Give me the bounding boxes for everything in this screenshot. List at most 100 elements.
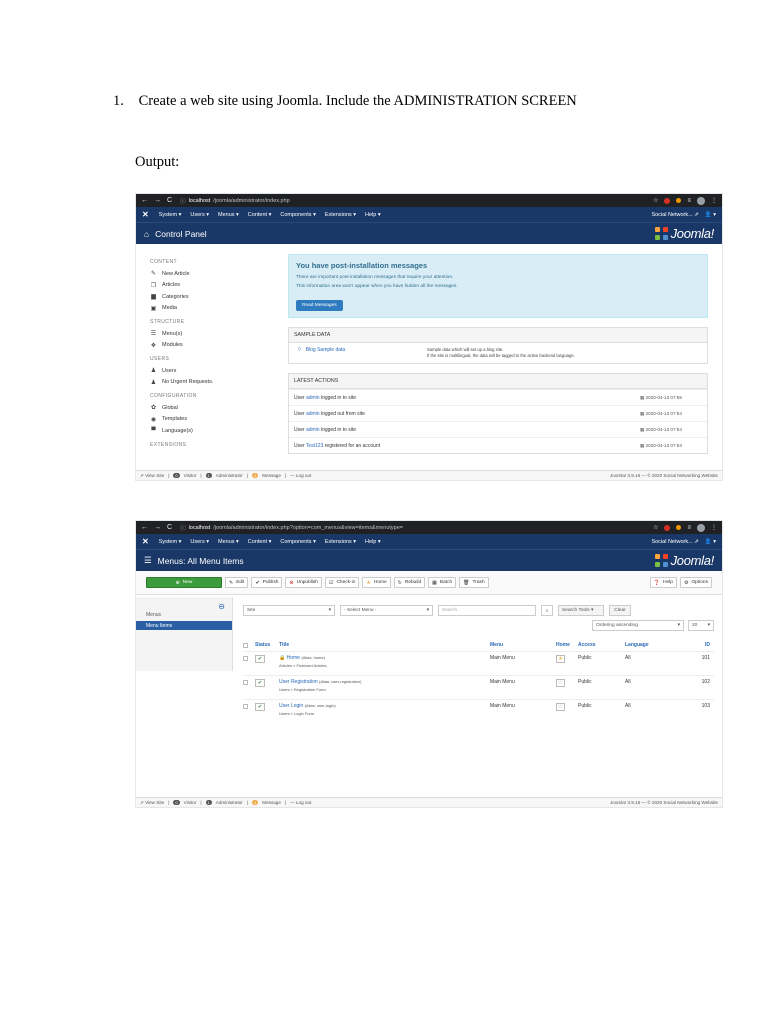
search-tools-button[interactable]: Search Tools ▾ <box>558 605 604 616</box>
row-checkbox[interactable] <box>243 656 248 661</box>
column-title[interactable]: Title <box>279 642 490 648</box>
logout-link[interactable]: — Log out <box>290 473 311 478</box>
logout-link[interactable]: — Log out <box>290 800 311 805</box>
rebuild-button[interactable]: ↻ Rebuild <box>393 577 426 588</box>
menu-system[interactable]: System ▾ <box>159 212 182 218</box>
sidebar-item-templates[interactable]: ◉ Templates <box>150 414 285 426</box>
default-star-icon[interactable]: ☆ <box>556 703 565 711</box>
profile-avatar[interactable] <box>697 523 705 532</box>
column-menu[interactable]: Menu <box>490 642 556 648</box>
read-messages-button[interactable]: Read Messages <box>296 300 343 311</box>
sidebar-item-requests[interactable]: ♟ No Urgent Requests. <box>150 377 285 389</box>
forward-icon[interactable]: → <box>154 197 161 204</box>
sidebar-item-menu-items[interactable]: Menu Items <box>136 621 232 630</box>
sidebar-item-articles[interactable]: ❐ Articles <box>150 280 285 292</box>
unpublish-button[interactable]: ⊗ Unpublish <box>285 577 322 588</box>
sidebar-item-global[interactable]: ✿ Global <box>150 402 285 414</box>
help-button[interactable]: ❓ Help <box>649 577 677 588</box>
menu-help[interactable]: Help ▾ <box>365 212 381 218</box>
site-select[interactable]: Site ▾ <box>243 605 335 616</box>
publish-button[interactable]: ✔ Publish <box>251 577 283 588</box>
kebab-menu-icon[interactable]: ⋮ <box>711 524 717 531</box>
star-icon[interactable]: ☆ <box>653 524 658 531</box>
back-icon[interactable]: ← <box>141 197 148 204</box>
menu-help[interactable]: Help ▾ <box>365 539 381 545</box>
trash-button[interactable]: 🗑 Trash <box>459 577 489 588</box>
sidebar-item-categories[interactable]: ▆ Categories <box>150 291 285 303</box>
kebab-menu-icon[interactable]: ⋮ <box>711 197 717 204</box>
column-access[interactable]: Access <box>578 642 625 648</box>
view-site-link[interactable]: ⇗ View Site <box>140 473 164 479</box>
menu-menus[interactable]: Menus ▾ <box>218 212 239 218</box>
site-link[interactable]: Social Network... ⇗ <box>651 212 698 218</box>
menu-content[interactable]: Content ▾ <box>248 539 272 545</box>
column-id[interactable]: ID <box>689 642 714 648</box>
blog-sample-link[interactable]: ⌔ Blog Sample data <box>297 347 427 359</box>
playlist-icon[interactable]: ≡ <box>687 525 691 531</box>
sidebar-item-languages[interactable]: ▀ Language(s) <box>150 425 285 437</box>
sidebar-item-new-article[interactable]: ✎ New Article <box>150 268 285 280</box>
menu-users[interactable]: Users ▾ <box>190 539 209 545</box>
batch-button[interactable]: ▦ Batch <box>428 577 457 588</box>
options-button[interactable]: ⚙ Options <box>679 577 712 588</box>
sidebar-item-menus[interactable]: ☰ Menu(s) <box>150 328 285 340</box>
star-icon[interactable]: ☆ <box>653 197 658 204</box>
extension-icon[interactable] <box>664 197 671 204</box>
forward-icon[interactable]: → <box>154 524 161 531</box>
select-all-checkbox[interactable] <box>243 643 248 648</box>
menu-select[interactable]: - Select Menu - ▾ <box>340 605 433 616</box>
sidebar-item-modules[interactable]: ❖ Modules <box>150 340 285 352</box>
column-status[interactable]: Status <box>255 642 279 648</box>
default-star-icon[interactable]: ★ <box>556 655 565 663</box>
sidebar-item-menus[interactable]: Menus <box>146 612 161 618</box>
address-bar[interactable]: ⓘ localhost/joomla/administrator/index.p… <box>180 524 653 532</box>
site-link[interactable]: Social Network... ⇗ <box>651 539 698 545</box>
published-check-icon[interactable]: ✔ <box>255 703 265 711</box>
user-link[interactable]: admin <box>306 411 320 417</box>
view-site-link[interactable]: ⇗ View Site <box>140 800 164 806</box>
user-menu[interactable]: 👤 ▾ <box>705 539 716 545</box>
reload-icon[interactable]: C <box>167 197 172 204</box>
menu-users[interactable]: Users ▾ <box>190 212 209 218</box>
limit-select[interactable]: 20 ▾ <box>688 620 714 631</box>
row-checkbox[interactable] <box>243 704 248 709</box>
edit-button[interactable]: ✎ Edit <box>225 577 249 588</box>
message-link[interactable]: Message <box>262 473 281 478</box>
row-checkbox[interactable] <box>243 680 248 685</box>
menu-system[interactable]: System ▾ <box>159 539 182 545</box>
joomla-x-icon[interactable]: ✕ <box>142 210 149 219</box>
home-button[interactable]: ★ Home <box>362 577 391 588</box>
sidebar-item-media[interactable]: ▣ Media <box>150 303 285 315</box>
extension-icon[interactable] <box>676 198 682 203</box>
column-language[interactable]: Language <box>625 642 689 648</box>
sidebar-toggle-icon[interactable]: ⊖ <box>218 602 225 611</box>
menu-menus[interactable]: Menus ▾ <box>218 539 239 545</box>
search-input[interactable]: Search <box>438 605 536 616</box>
lock-icon[interactable]: 🔒 <box>279 655 285 661</box>
extension-icon[interactable] <box>664 524 671 531</box>
user-link[interactable]: admin <box>306 427 320 433</box>
user-menu[interactable]: 👤 ▾ <box>705 212 716 218</box>
joomla-x-icon[interactable]: ✕ <box>142 537 149 546</box>
item-title-link[interactable]: Home <box>287 655 300 661</box>
check-in-button[interactable]: ☑ Check-in <box>324 577 360 588</box>
menu-extensions[interactable]: Extensions ▾ <box>325 212 356 218</box>
playlist-icon[interactable]: ≡ <box>687 198 691 204</box>
back-icon[interactable]: ← <box>141 524 148 531</box>
extension-icon[interactable] <box>676 525 682 530</box>
menu-components[interactable]: Components ▾ <box>280 212 315 218</box>
menu-content[interactable]: Content ▾ <box>248 212 272 218</box>
default-star-icon[interactable]: ☆ <box>556 679 565 687</box>
user-link[interactable]: admin <box>306 395 320 401</box>
reload-icon[interactable]: C <box>167 524 172 531</box>
clear-button[interactable]: Clear <box>609 605 631 616</box>
item-title-link[interactable]: User Registration <box>279 679 318 685</box>
new-button[interactable]: ⊕ New <box>146 577 222 588</box>
sidebar-item-users[interactable]: ♟ Users <box>150 365 285 377</box>
column-home[interactable]: Home <box>556 642 578 648</box>
profile-avatar[interactable] <box>697 196 705 205</box>
published-check-icon[interactable]: ✔ <box>255 679 265 687</box>
item-title-link[interactable]: User Login <box>279 703 303 709</box>
address-bar[interactable]: ⓘ localhost/joomla/administrator/index.p… <box>180 197 653 205</box>
user-link[interactable]: Test123 <box>306 443 324 449</box>
